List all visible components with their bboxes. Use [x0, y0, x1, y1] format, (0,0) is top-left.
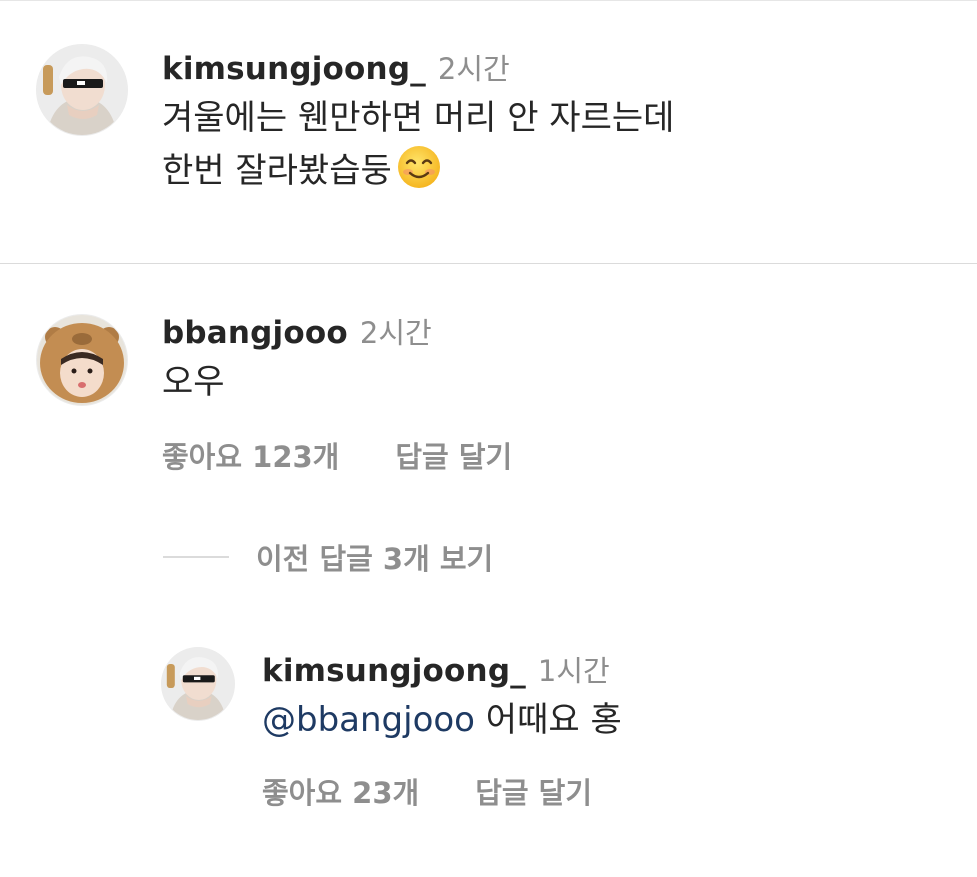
reply-text: @bbangjooo 어때요 홍 — [262, 694, 622, 746]
avatar-photo-icon — [37, 45, 127, 135]
likes-count[interactable]: 좋아요 23개 — [262, 770, 419, 812]
avatar-bbangjooo[interactable] — [37, 315, 127, 405]
comment-divider — [0, 263, 977, 264]
comment-2: bbangjooo 2시간 오우 좋아요 123개 답글 달기 — [162, 310, 512, 476]
comment-text: 오우 — [162, 362, 225, 402]
comment-2-header: bbangjooo 2시간 — [162, 310, 512, 352]
comment-username[interactable]: bbangjooo — [162, 315, 348, 351]
comment-username[interactable]: kimsungjoong_ — [162, 51, 426, 87]
comment-time: 2시간 — [437, 52, 510, 86]
view-replies-label: 이전 답글 3개 보기 — [256, 542, 494, 576]
comment-text-line-2: 한번 잘라봤습둥 — [162, 144, 674, 197]
smiling-face-icon — [397, 146, 440, 188]
avatar-photo-icon — [37, 315, 127, 405]
top-border — [0, 0, 977, 1]
avatar-kimsungjoong[interactable] — [37, 45, 127, 135]
reply-header: kimsungjoong_ 1시간 — [262, 648, 622, 690]
comment-1: kimsungjoong_ 2시간 겨울에는 웬만하면 머리 안 자르는데 한번… — [162, 46, 674, 197]
view-previous-replies-button[interactable]: 이전 답글 3개 보기 — [163, 536, 493, 578]
comment-time: 2시간 — [359, 316, 432, 350]
reply-button[interactable]: 답글 달기 — [395, 434, 512, 476]
reply-time: 1시간 — [537, 654, 610, 688]
likes-count[interactable]: 좋아요 123개 — [162, 434, 339, 476]
reply-button[interactable]: 답글 달기 — [475, 770, 592, 812]
comment-text-line-2-body: 한번 잘라봤습둥 — [162, 151, 392, 191]
reply-username[interactable]: kimsungjoong_ — [262, 653, 526, 689]
reply-text-body: 어때요 홍 — [474, 700, 622, 740]
mention-link[interactable]: @bbangjooo — [262, 700, 475, 740]
comment-actions: 좋아요 123개 답글 달기 — [162, 434, 512, 476]
comment-1-header: kimsungjoong_ 2시간 — [162, 46, 674, 88]
avatar-photo-icon — [162, 648, 234, 720]
reply-actions: 좋아요 23개 답글 달기 — [262, 770, 622, 812]
comment-text-line-1: 겨울에는 웬만하면 머리 안 자르는데 — [162, 98, 675, 138]
avatar-kimsungjoong-reply[interactable] — [162, 648, 234, 720]
reply-comment: kimsungjoong_ 1시간 @bbangjooo 어때요 홍 좋아요 2… — [262, 648, 622, 812]
replies-dash — [163, 556, 229, 558]
